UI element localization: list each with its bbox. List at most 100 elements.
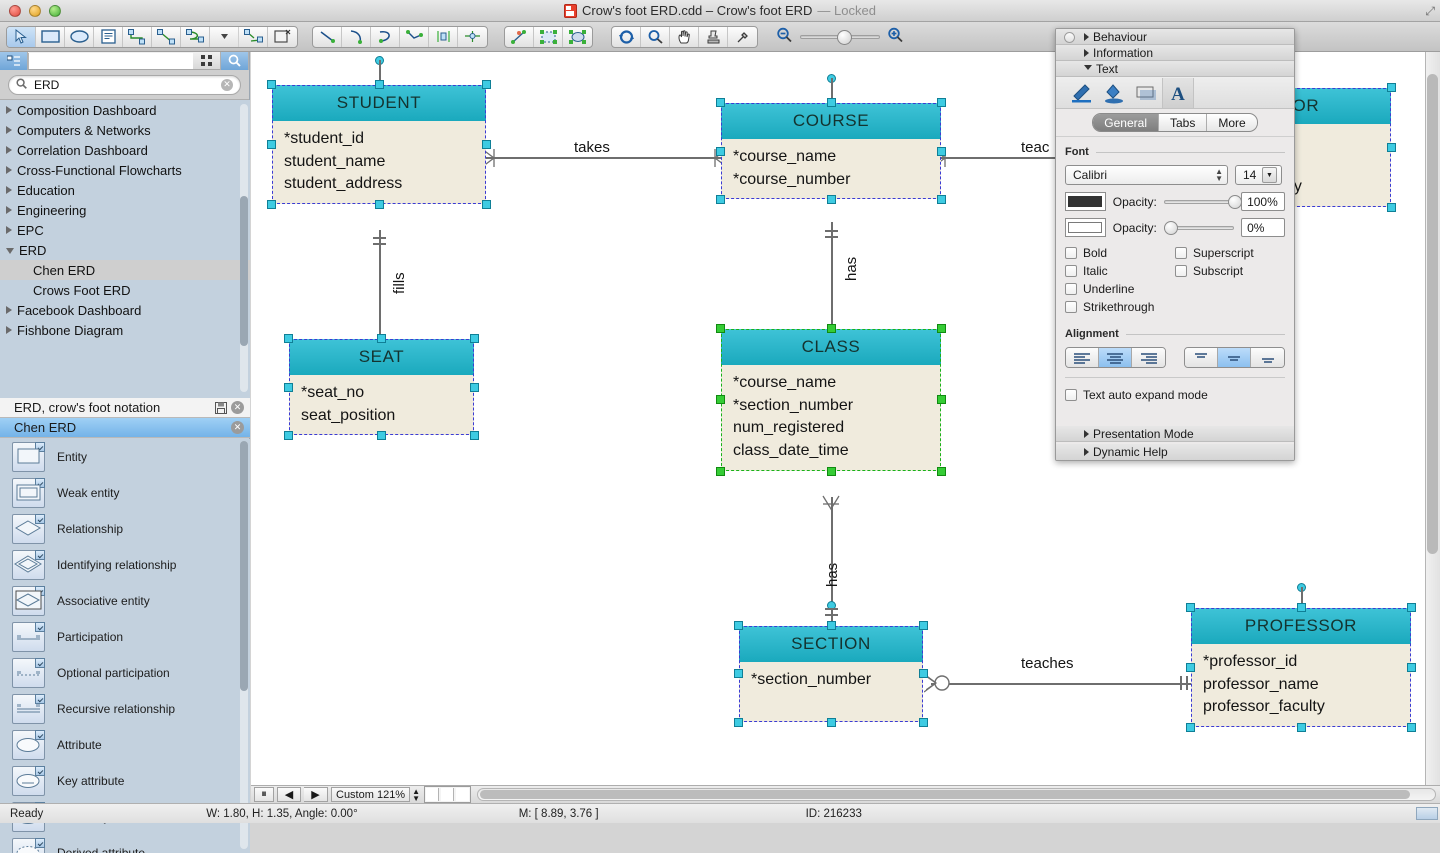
- shape-item-attribute[interactable]: Attribute: [0, 727, 250, 763]
- text-color-swatch[interactable]: [1065, 192, 1106, 211]
- grid-view-icon[interactable]: [193, 52, 221, 70]
- zoom-icon[interactable]: [641, 27, 670, 47]
- arc-icon[interactable]: [342, 27, 371, 47]
- library-filter-field[interactable]: [28, 53, 193, 69]
- resize-handle[interactable]: [377, 431, 386, 440]
- rectangle-icon[interactable]: [36, 27, 65, 47]
- resize-handle[interactable]: [375, 200, 384, 209]
- resize-handle[interactable]: [377, 334, 386, 343]
- next-page-icon[interactable]: ▶: [304, 787, 328, 802]
- resize-grip-icon[interactable]: [1416, 807, 1438, 820]
- checkbox-icon[interactable]: [1175, 265, 1187, 277]
- shape-item-identifying-relationship[interactable]: Identifying relationship: [0, 547, 250, 583]
- resize-handle[interactable]: [937, 98, 946, 107]
- resize-handle[interactable]: [937, 147, 946, 156]
- zoom-slider[interactable]: [800, 35, 880, 39]
- checkbox-text-auto-expand[interactable]: Text auto expand mode: [1065, 386, 1285, 404]
- resize-handle[interactable]: [482, 80, 491, 89]
- page-view-3[interactable]: [456, 788, 469, 801]
- resize-handle[interactable]: [470, 383, 479, 392]
- resize-handle[interactable]: [937, 467, 946, 476]
- doc-tab-chen-erd[interactable]: Chen ERD ✕: [0, 418, 250, 438]
- hscrollbar-thumb[interactable]: [480, 790, 1410, 799]
- chevron-right-icon[interactable]: [6, 106, 12, 114]
- checkbox-bold[interactable]: Bold: [1065, 244, 1175, 262]
- search-icon[interactable]: [221, 52, 249, 70]
- prev-page-icon[interactable]: ◀: [277, 787, 301, 802]
- distribute-icon[interactable]: [429, 27, 458, 47]
- shape-item-recursive-relationship[interactable]: Recursive relationship: [0, 691, 250, 727]
- palette-section-information[interactable]: Information: [1056, 45, 1294, 61]
- shape-item-key-attribute[interactable]: Key attribute: [0, 763, 250, 799]
- resize-handle[interactable]: [827, 621, 836, 630]
- font-family-select[interactable]: Calibri ▲▼: [1065, 165, 1228, 185]
- tree-item-fishbone-diagram[interactable]: Fishbone Diagram: [0, 320, 250, 340]
- resize-handle[interactable]: [716, 195, 725, 204]
- connector-dropdown-icon[interactable]: [210, 27, 239, 47]
- slider-knob[interactable]: [1228, 195, 1242, 209]
- checkbox-strikethrough[interactable]: Strikethrough: [1065, 298, 1175, 316]
- chevron-right-icon[interactable]: [6, 166, 12, 174]
- resize-handle[interactable]: [1407, 663, 1416, 672]
- resize-handle[interactable]: [470, 334, 479, 343]
- shape-item-entity[interactable]: Entity: [0, 439, 250, 475]
- clear-icon[interactable]: ✕: [221, 79, 233, 91]
- resize-handle[interactable]: [734, 718, 743, 727]
- shape-item-weak-entity[interactable]: Weak entity: [0, 475, 250, 511]
- bg-opacity-slider[interactable]: [1164, 226, 1234, 230]
- font-size-select[interactable]: 14 ▼: [1235, 165, 1282, 185]
- resize-handle[interactable]: [1297, 603, 1306, 612]
- slider-knob[interactable]: [1164, 221, 1178, 235]
- tab-more[interactable]: More: [1207, 114, 1256, 131]
- canvas-horizontal-scrollbar[interactable]: [477, 788, 1436, 801]
- ellipse-icon[interactable]: [65, 27, 94, 47]
- text-block-icon[interactable]: [94, 27, 123, 47]
- chevron-down-icon[interactable]: [6, 248, 14, 254]
- chevron-right-icon[interactable]: [6, 326, 12, 334]
- palette-radio-icon[interactable]: [1064, 32, 1075, 43]
- align-top-icon[interactable]: [1185, 348, 1218, 367]
- resize-handle[interactable]: [482, 140, 491, 149]
- align-right-icon[interactable]: [1132, 348, 1165, 367]
- resize-handle[interactable]: [1407, 603, 1416, 612]
- polyline-icon[interactable]: [400, 27, 429, 47]
- align-middle-icon[interactable]: [1218, 348, 1251, 367]
- shape-item-relationship[interactable]: Relationship: [0, 511, 250, 547]
- entity-course[interactable]: COURSE *course_name *course_number: [721, 103, 941, 199]
- hand-icon[interactable]: [670, 27, 699, 47]
- chevron-right-icon[interactable]: [6, 186, 12, 194]
- page-view-2[interactable]: [441, 788, 454, 801]
- resize-handle[interactable]: [937, 195, 946, 204]
- connector-course-class[interactable]: [831, 222, 833, 337]
- stamp-icon[interactable]: [699, 27, 728, 47]
- bg-opacity-value[interactable]: 0%: [1241, 218, 1285, 237]
- close-icon[interactable]: ✕: [231, 421, 244, 434]
- background-color-swatch[interactable]: [1065, 218, 1106, 237]
- resize-handle[interactable]: [716, 147, 725, 156]
- resize-handle[interactable]: [716, 467, 725, 476]
- palette-section-behaviour[interactable]: Behaviour: [1056, 29, 1294, 45]
- canvas-scrollbar-thumb[interactable]: [1427, 74, 1438, 554]
- page-view-1[interactable]: [426, 788, 439, 801]
- resize-handle[interactable]: [284, 383, 293, 392]
- text-opacity-slider[interactable]: [1164, 200, 1234, 204]
- eyedropper-icon[interactable]: [728, 27, 757, 47]
- search-box[interactable]: ✕: [8, 75, 241, 95]
- checkbox-underline[interactable]: Underline: [1065, 280, 1175, 298]
- palette-section-text[interactable]: Text: [1056, 61, 1294, 77]
- zoom-control[interactable]: [776, 27, 904, 46]
- resize-handle[interactable]: [827, 195, 836, 204]
- fullscreen-icon[interactable]: ⤢: [1425, 4, 1435, 19]
- tree-item-computers-networks[interactable]: Computers & Networks: [0, 120, 250, 140]
- zoom-out-icon[interactable]: [776, 27, 793, 46]
- checkbox-icon[interactable]: [1065, 301, 1077, 313]
- shadow-icon[interactable]: [1130, 78, 1162, 108]
- entity-class[interactable]: CLASS *course_name *section_number num_r…: [721, 329, 941, 471]
- resize-handle[interactable]: [937, 395, 946, 404]
- line-icon[interactable]: [313, 27, 342, 47]
- resize-handle[interactable]: [919, 718, 928, 727]
- resize-handle[interactable]: [1387, 203, 1396, 212]
- resize-handle[interactable]: [1297, 723, 1306, 732]
- pen-icon[interactable]: [1066, 78, 1098, 108]
- tree-item-correlation-dashboard[interactable]: Correlation Dashboard: [0, 140, 250, 160]
